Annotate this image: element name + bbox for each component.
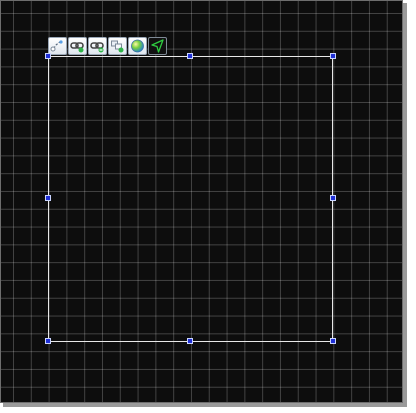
arrow-pointer-icon (151, 39, 164, 53)
add-shape-button[interactable] (108, 37, 127, 55)
drawing-canvas[interactable] (0, 0, 403, 403)
resize-handle-bottom-right[interactable] (330, 338, 336, 344)
add-link-button[interactable] (68, 37, 87, 55)
resize-handle-middle-left[interactable] (45, 195, 51, 201)
shape-toolbar (48, 37, 167, 55)
shape-add-icon (111, 40, 124, 53)
connector-icon (50, 40, 63, 52)
resize-handle-top-right[interactable] (330, 53, 336, 59)
resize-handle-middle-right[interactable] (330, 195, 336, 201)
link-remove-icon (90, 42, 104, 53)
resize-handle-top-left[interactable] (45, 53, 51, 59)
remove-link-button[interactable] (88, 37, 107, 55)
color-button[interactable] (128, 37, 147, 55)
selection-box[interactable] (48, 56, 333, 342)
resize-handle-bottom-center[interactable] (187, 338, 193, 344)
resize-handle-bottom-left[interactable] (45, 338, 51, 344)
resize-handle-top-center[interactable] (187, 53, 193, 59)
pointer-button[interactable] (148, 37, 167, 55)
color-ball-icon (131, 39, 144, 53)
link-add-icon (70, 42, 84, 53)
